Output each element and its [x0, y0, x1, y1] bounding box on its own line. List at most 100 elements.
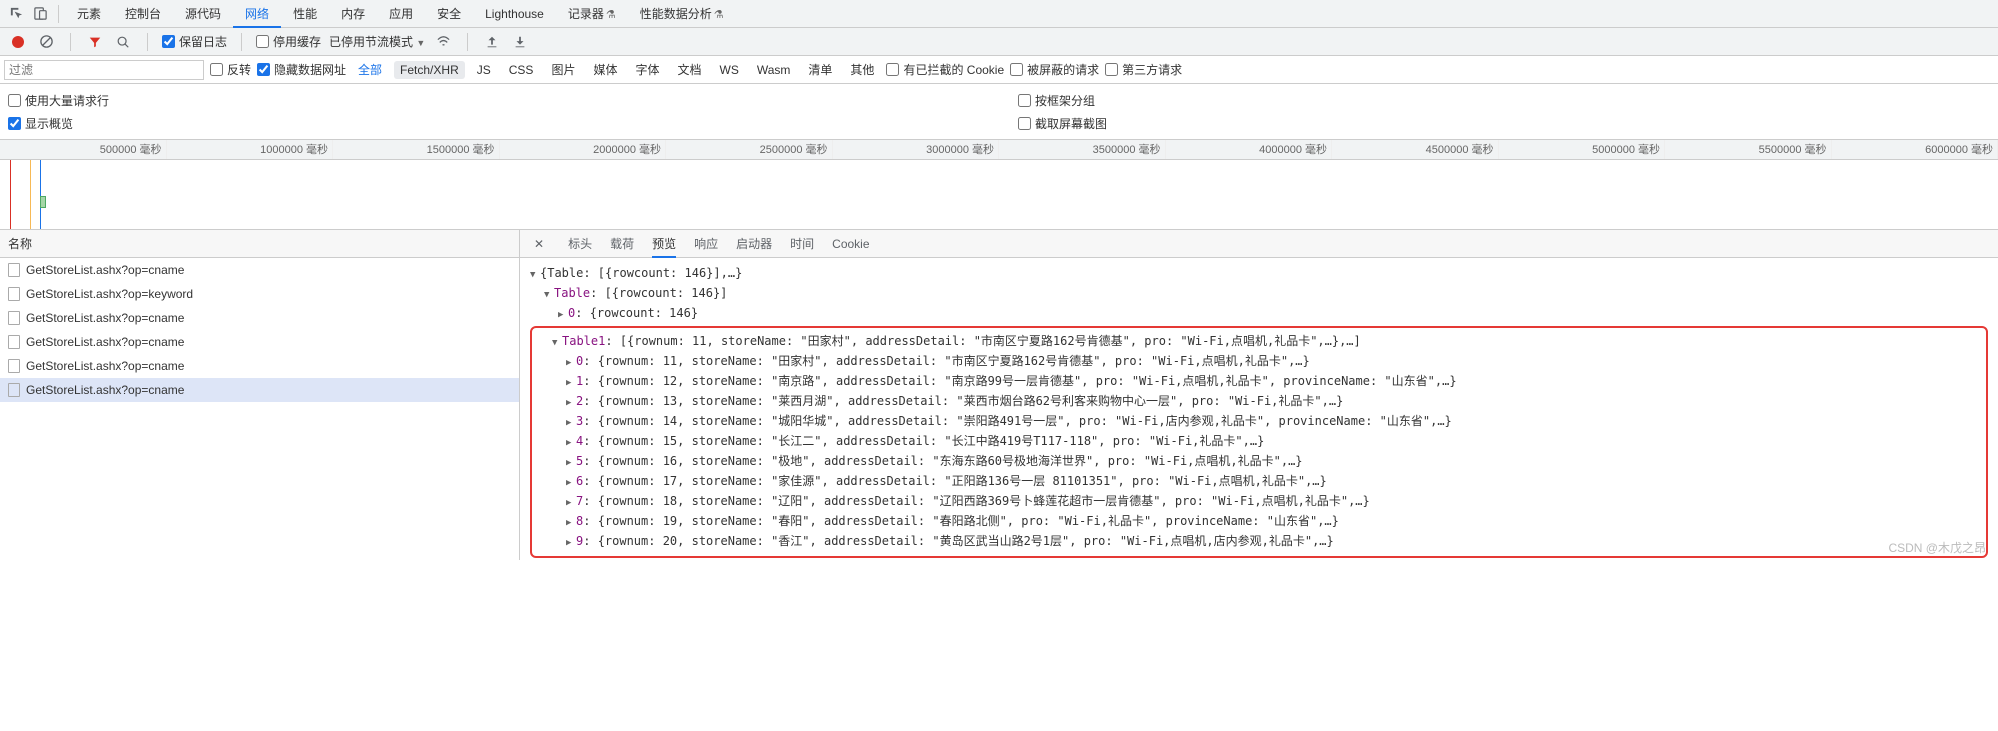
- tab-performance[interactable]: 性能: [281, 0, 329, 28]
- file-icon: [8, 383, 20, 397]
- filter-font[interactable]: 字体: [629, 59, 665, 80]
- record-icon[interactable]: [8, 32, 28, 52]
- tab-memory[interactable]: 内存: [329, 0, 377, 28]
- large-rows-checkbox[interactable]: 使用大量请求行: [8, 92, 1010, 109]
- timeline-ruler: 500000 毫秒1000000 毫秒1500000 毫秒2000000 毫秒2…: [0, 140, 1998, 160]
- request-row[interactable]: GetStoreList.ashx?op=cname: [0, 306, 519, 330]
- dtab-cookies[interactable]: Cookie: [832, 230, 869, 258]
- tab-application[interactable]: 应用: [377, 0, 425, 28]
- expand-icon[interactable]: [566, 432, 576, 452]
- filter-icon[interactable]: [85, 32, 105, 52]
- invert-checkbox[interactable]: 反转: [210, 61, 251, 78]
- file-icon: [8, 359, 20, 373]
- tab-network[interactable]: 网络: [233, 0, 281, 28]
- filter-ws[interactable]: WS: [714, 61, 745, 79]
- filter-fetch[interactable]: Fetch/XHR: [394, 61, 465, 79]
- request-row[interactable]: GetStoreList.ashx?op=cname: [0, 354, 519, 378]
- json-root: {Table: [{rowcount: 146}],…}: [540, 266, 742, 280]
- timeline-tick: 6000000 毫秒: [1832, 140, 1998, 159]
- filter-input[interactable]: [4, 60, 204, 80]
- inspect-icon[interactable]: [4, 2, 28, 26]
- tab-lighthouse[interactable]: Lighthouse: [473, 0, 556, 28]
- expand-icon[interactable]: [552, 332, 562, 352]
- screenshot-checkbox[interactable]: 截取屏幕截图: [1018, 115, 1107, 132]
- expand-icon[interactable]: [566, 352, 576, 372]
- json-value: {rownum: 18, storeName: "辽阳", addressDet…: [598, 494, 1370, 508]
- json-value: {rownum: 16, storeName: "极地", addressDet…: [598, 454, 1303, 468]
- preview-body[interactable]: {Table: [{rowcount: 146}],…} Table: [{ro…: [520, 258, 1998, 560]
- wifi-icon[interactable]: [433, 32, 453, 52]
- expand-icon[interactable]: [544, 284, 554, 304]
- expand-icon[interactable]: [566, 392, 576, 412]
- timeline-overview[interactable]: 500000 毫秒1000000 毫秒1500000 毫秒2000000 毫秒2…: [0, 140, 1998, 230]
- timeline-marker: [10, 160, 11, 230]
- main-toolbar: 元素 控制台 源代码 网络 性能 内存 应用 安全 Lighthouse 记录器…: [0, 0, 1998, 28]
- request-row[interactable]: GetStoreList.ashx?op=cname: [0, 330, 519, 354]
- blocked-cookies-checkbox[interactable]: 有已拦截的 Cookie: [886, 61, 1004, 78]
- disable-cache-checkbox[interactable]: 停用缓存: [256, 33, 321, 50]
- json-key: Table1: [562, 334, 605, 348]
- throttling-select[interactable]: 已停用节流模式 ▼: [329, 33, 425, 50]
- timeline-tick: 3500000 毫秒: [999, 140, 1166, 159]
- request-row[interactable]: GetStoreList.ashx?op=cname: [0, 258, 519, 282]
- detail-panel: ✕ 标头 载荷 预览 响应 启动器 时间 Cookie {Table: [{ro…: [520, 230, 1998, 560]
- experimental-icon: ⚗: [714, 9, 724, 21]
- upload-icon[interactable]: [482, 32, 502, 52]
- expand-icon[interactable]: [566, 492, 576, 512]
- filter-doc[interactable]: 文档: [671, 59, 707, 80]
- expand-icon[interactable]: [566, 412, 576, 432]
- third-party-checkbox[interactable]: 第三方请求: [1105, 61, 1182, 78]
- blocked-requests-checkbox[interactable]: 被屏蔽的请求: [1010, 61, 1099, 78]
- dtab-preview[interactable]: 预览: [652, 230, 676, 258]
- network-toolbar: 保留日志 停用缓存 已停用节流模式 ▼: [0, 28, 1998, 56]
- close-icon[interactable]: ✕: [528, 237, 550, 251]
- filter-other[interactable]: 其他: [844, 59, 880, 80]
- filter-js[interactable]: JS: [471, 61, 497, 79]
- filter-all[interactable]: 全部: [352, 59, 388, 80]
- filter-img[interactable]: 图片: [545, 59, 581, 80]
- timeline-tick: 5000000 毫秒: [1499, 140, 1666, 159]
- filter-css[interactable]: CSS: [503, 61, 540, 79]
- timeline-tick: 4500000 毫秒: [1332, 140, 1499, 159]
- filter-media[interactable]: 媒体: [587, 59, 623, 80]
- request-row[interactable]: GetStoreList.ashx?op=cname: [0, 378, 519, 402]
- group-frame-checkbox[interactable]: 按框架分组: [1018, 92, 1107, 109]
- dtab-response[interactable]: 响应: [694, 230, 718, 258]
- json-value: {rownum: 14, storeName: "城阳华城", addressD…: [598, 414, 1452, 428]
- request-row[interactable]: GetStoreList.ashx?op=keyword: [0, 282, 519, 306]
- clear-icon[interactable]: [36, 32, 56, 52]
- expand-icon[interactable]: [566, 532, 576, 552]
- dtab-payload[interactable]: 载荷: [610, 230, 634, 258]
- json-value: {rownum: 19, storeName: "春阳", addressDet…: [598, 514, 1339, 528]
- json-value: {rownum: 15, storeName: "长江二", addressDe…: [598, 434, 1265, 448]
- filter-wasm[interactable]: Wasm: [751, 61, 797, 79]
- tab-elements[interactable]: 元素: [65, 0, 113, 28]
- expand-icon[interactable]: [566, 452, 576, 472]
- hide-data-urls-checkbox[interactable]: 隐藏数据网址: [257, 61, 346, 78]
- timeline-marker: [40, 160, 41, 230]
- dtab-initiator[interactable]: 启动器: [736, 230, 772, 258]
- tab-console[interactable]: 控制台: [113, 0, 173, 28]
- tab-perfinsights[interactable]: 性能数据分析⚗: [628, 0, 736, 28]
- timeline-request-block: [40, 196, 46, 208]
- expand-icon[interactable]: [566, 472, 576, 492]
- file-icon: [8, 287, 20, 301]
- filter-manifest[interactable]: 清单: [802, 59, 838, 80]
- detail-tabs: ✕ 标头 载荷 预览 响应 启动器 时间 Cookie: [520, 230, 1998, 258]
- device-icon[interactable]: [28, 2, 52, 26]
- tab-security[interactable]: 安全: [425, 0, 473, 28]
- tab-sources[interactable]: 源代码: [173, 0, 233, 28]
- column-header-name[interactable]: 名称: [0, 230, 519, 258]
- dtab-headers[interactable]: 标头: [568, 230, 592, 258]
- show-overview-checkbox[interactable]: 显示概览: [8, 115, 1010, 132]
- tab-recorder[interactable]: 记录器⚗: [556, 0, 628, 28]
- expand-icon[interactable]: [530, 264, 540, 284]
- download-icon[interactable]: [510, 32, 530, 52]
- preserve-log-checkbox[interactable]: 保留日志: [162, 33, 227, 50]
- expand-icon[interactable]: [566, 512, 576, 532]
- search-icon[interactable]: [113, 32, 133, 52]
- dtab-timing[interactable]: 时间: [790, 230, 814, 258]
- timeline-tick: 1500000 毫秒: [333, 140, 500, 159]
- expand-icon[interactable]: [566, 372, 576, 392]
- expand-icon[interactable]: [558, 304, 568, 324]
